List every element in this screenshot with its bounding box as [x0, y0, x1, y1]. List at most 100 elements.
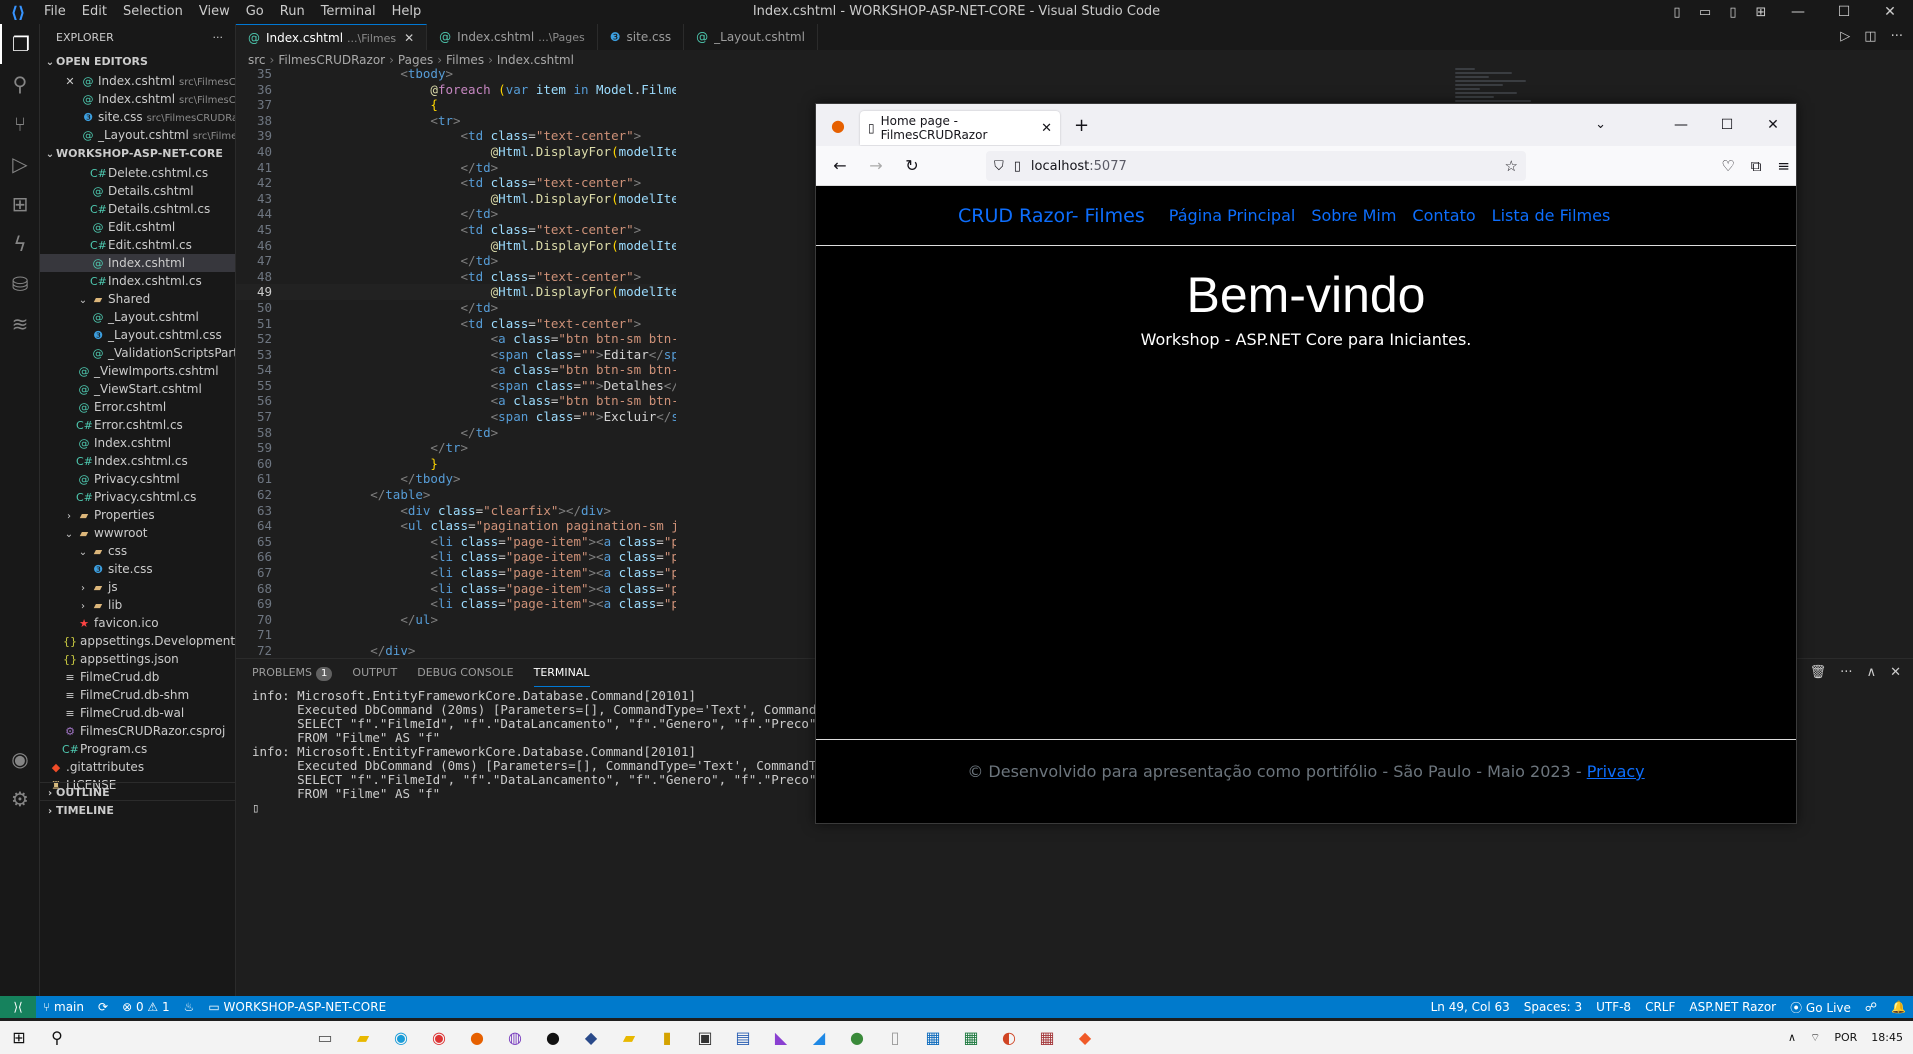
folder-item[interactable]: › ▰ Properties	[40, 506, 235, 524]
folder-item[interactable]: › ▰ lib	[40, 596, 235, 614]
folder-item[interactable]: ⌄ ▰ wwwroot	[40, 524, 235, 542]
file-item[interactable]: C#Delete.cshtml.cs	[40, 164, 235, 182]
powerpoint-icon[interactable]: ◐	[990, 1028, 1028, 1047]
file-item[interactable]: @ _ViewImports.cshtml	[40, 362, 235, 380]
app-icon[interactable]: ◆	[572, 1028, 610, 1047]
network-icon[interactable]: ⌔	[1810, 1031, 1820, 1045]
code-line[interactable]: 45 <td class="text-center">	[236, 222, 676, 238]
open-editor-item[interactable]: ✕ @ Index.cshtmlsrc\FilmesCRUD...	[40, 72, 235, 90]
panel-tab-debug-console[interactable]: DEBUG CONSOLE	[417, 659, 513, 687]
code-line[interactable]: 56 <a class="btn btn-sm btn-outline-d	[236, 393, 676, 409]
editor-tab[interactable]: @ Index.cshtml ...\Filmes ✕	[236, 24, 428, 50]
excel-icon[interactable]: ▦	[952, 1028, 990, 1047]
code-line[interactable]: 36 @foreach (var item in Model.Filme)	[236, 82, 676, 98]
code-line[interactable]: 46 @Html.DisplayFor(modelItem ⇒ item	[236, 238, 676, 254]
firefox-logo-icon[interactable]: ●	[816, 116, 860, 135]
code-line[interactable]: 41 </td>	[236, 160, 676, 176]
code-line[interactable]: 72 </div>	[236, 643, 676, 658]
notifications-bell-icon[interactable]: 🔔	[1884, 1000, 1913, 1014]
site-brand-link[interactable]: CRUD Razor- Filmes	[958, 205, 1145, 227]
indentation[interactable]: Spaces: 3	[1517, 1000, 1589, 1014]
close-panel-icon[interactable]: ✕	[1890, 665, 1901, 680]
folder-item[interactable]: › ▰ js	[40, 578, 235, 596]
outline-header[interactable]: › OUTLINE	[40, 782, 235, 802]
file-item[interactable]: ⚙ FilmesCRUDRazor.csproj	[40, 722, 235, 740]
code-line[interactable]: 48 <td class="text-center">	[236, 269, 676, 285]
end-of-line[interactable]: CRLF	[1638, 1000, 1682, 1014]
panel-tab-terminal[interactable]: TERMINAL	[533, 659, 590, 687]
firefox-icon[interactable]: ●	[458, 1028, 496, 1047]
file-item[interactable]: C#Privacy.cshtml.cs	[40, 488, 235, 506]
app-icon[interactable]: ◍	[496, 1028, 534, 1047]
code-line[interactable]: 35 <tbody>	[236, 66, 676, 82]
code-line[interactable]: 69 <li class="page-item"><a class="page-	[236, 596, 676, 612]
windows-start-icon[interactable]: ⊞	[0, 1028, 38, 1047]
file-item[interactable]: C#Index.cshtml.cs	[40, 272, 235, 290]
new-tab-button[interactable]: +	[1074, 115, 1089, 136]
bookmark-star-icon[interactable]: ☆	[1505, 157, 1518, 175]
source-control-icon[interactable]: ⑂	[0, 104, 40, 144]
maximize-button[interactable]: ☐	[1821, 4, 1867, 20]
browser-maximize-button[interactable]: ☐	[1704, 117, 1750, 133]
nav-link[interactable]: Página Principal	[1169, 206, 1296, 225]
panel-tab-output[interactable]: OUTPUT	[352, 659, 397, 687]
code-line[interactable]: 39 <td class="text-center">	[236, 128, 676, 144]
file-item[interactable]: ≡ FilmeCrud.db-shm	[40, 686, 235, 704]
clock[interactable]: 18:45	[1871, 1031, 1903, 1044]
code-line[interactable]: 65 <li class="page-item"><a class="page-	[236, 534, 676, 550]
close-tab-icon[interactable]: ✕	[1041, 121, 1052, 136]
browser-tab[interactable]: ▯ Home page - FilmesCRUDRazor ✕	[860, 111, 1060, 145]
code-line[interactable]: 58 </td>	[236, 425, 676, 441]
terminal-icon[interactable]: ▣	[686, 1028, 724, 1047]
code-line[interactable]: 59 </tr>	[236, 440, 676, 456]
account-icon[interactable]: ◉	[0, 739, 40, 779]
file-item[interactable]: @ _Layout.cshtml	[40, 308, 235, 326]
outlook-icon[interactable]: ▦	[914, 1028, 952, 1047]
visual-studio-purple-icon[interactable]: ◣	[762, 1028, 800, 1047]
more-actions-icon[interactable]: ···	[1891, 24, 1903, 50]
code-line[interactable]: 40 @Html.DisplayFor(modelItem ⇒ item	[236, 144, 676, 160]
customize-layout-icon[interactable]: ⊞	[1747, 5, 1775, 20]
tray-chevron-icon[interactable]: ∧	[1788, 1031, 1796, 1044]
extensions-icon[interactable]: ⧉	[1751, 146, 1762, 186]
browser-minimize-button[interactable]: —	[1658, 117, 1704, 133]
flame-icon[interactable]: ♨	[177, 1000, 202, 1014]
explorer-icon[interactable]: ❐	[0, 24, 40, 64]
menu-run[interactable]: Run	[272, 0, 313, 24]
menu-go[interactable]: Go	[238, 0, 272, 24]
app-icon[interactable]: ●	[838, 1028, 876, 1047]
file-item[interactable]: @ Edit.cshtml	[40, 218, 235, 236]
toggle-panel-icon[interactable]: ▭	[1691, 5, 1719, 20]
go-live-button[interactable]: ⦿ Go Live	[1783, 999, 1858, 1016]
breadcrumb-item[interactable]: Pages	[398, 53, 433, 67]
editor-tab[interactable]: @ Index.cshtml ...\Pages	[427, 24, 598, 50]
code-line[interactable]: 62 </table>	[236, 487, 676, 503]
file-item[interactable]: @ Privacy.cshtml	[40, 470, 235, 488]
list-tabs-icon[interactable]: ⌄	[1595, 104, 1606, 146]
close-window-button[interactable]: ✕	[1867, 4, 1913, 20]
code-line[interactable]: 57 <span class="">Excluir</span></a>	[236, 409, 676, 425]
menu-view[interactable]: View	[191, 0, 238, 24]
file-item[interactable]: C#Program.cs	[40, 740, 235, 758]
code-line[interactable]: 63 <div class="clearfix"></div>	[236, 503, 676, 519]
code-line[interactable]: 67 <li class="page-item"><a class="page-	[236, 565, 676, 581]
code-line[interactable]: 64 <ul class="pagination pagination-sm j…	[236, 518, 676, 534]
code-line[interactable]: 71	[236, 627, 676, 643]
settings-gear-icon[interactable]: ⚙	[0, 779, 40, 819]
code-line[interactable]: 54 <a class="btn btn-sm btn-outline-i	[236, 362, 676, 378]
page-info-icon[interactable]: ▯	[1014, 159, 1021, 174]
run-icon[interactable]: ▷	[1840, 24, 1850, 50]
file-item[interactable]: @ _ViewStart.cshtml	[40, 380, 235, 398]
toggle-secondary-sidebar-icon[interactable]: ▯	[1719, 5, 1747, 20]
code-line[interactable]: 55 <span class="">Detalhes</span></a>	[236, 378, 676, 394]
file-item[interactable]: {}appsettings.Development.j...	[40, 632, 235, 650]
editor-tab[interactable]: @ _Layout.cshtml	[684, 24, 818, 50]
file-item[interactable]: ◆ .gitattributes	[40, 758, 235, 776]
nav-link[interactable]: Contato	[1412, 206, 1475, 225]
code-line[interactable]: 47 </td>	[236, 253, 676, 269]
menu-help[interactable]: Help	[384, 0, 430, 24]
code-line[interactable]: 51 <td class="text-center">	[236, 316, 676, 332]
app-icon[interactable]: ◆	[1066, 1028, 1104, 1047]
panel-tab-problems[interactable]: PROBLEMS 1	[252, 659, 333, 687]
file-item[interactable]: ❸ _Layout.cshtml.css	[40, 326, 235, 344]
